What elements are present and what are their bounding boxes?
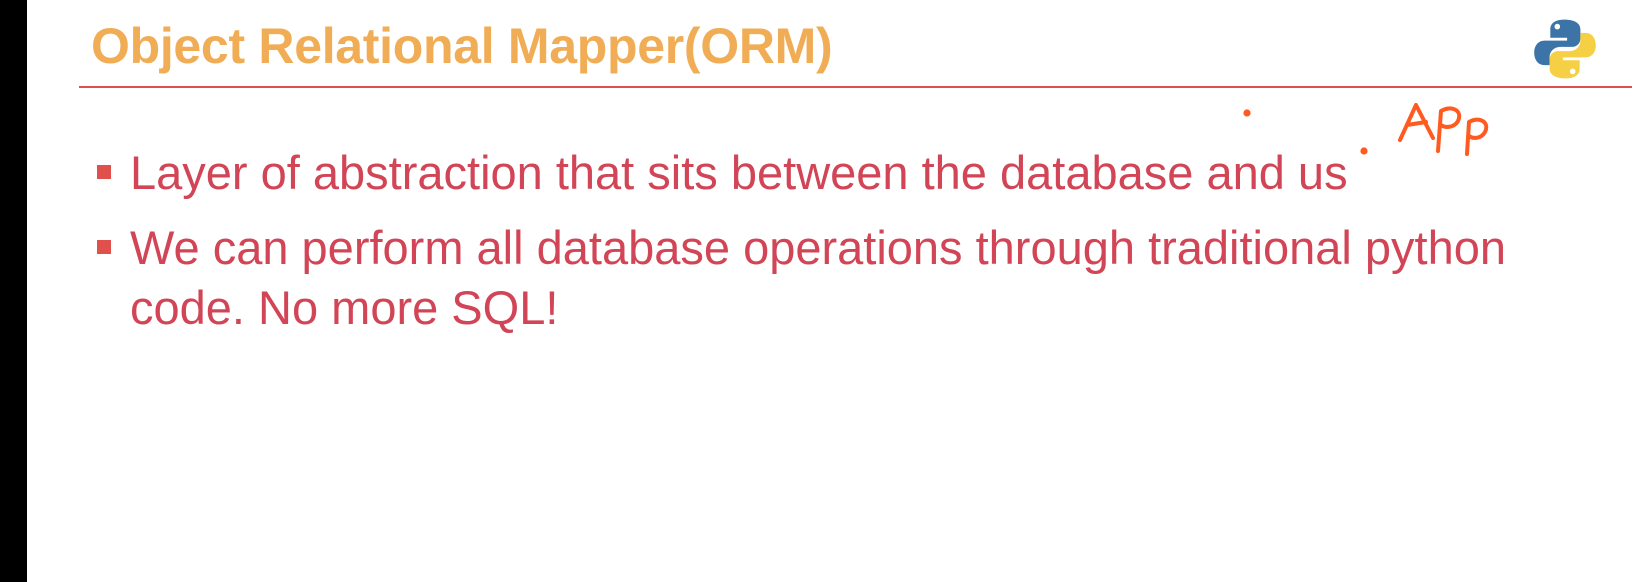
slide-title: Object Relational Mapper(ORM) <box>91 18 833 74</box>
bullet-list: Layer of abstraction that sits between t… <box>95 143 1515 353</box>
left-black-bar <box>0 0 27 582</box>
handwritten-app-annotation <box>1243 103 1489 156</box>
ink-dot <box>1243 109 1251 117</box>
ink-letter-p <box>1436 106 1462 153</box>
slide: Object Relational Mapper(ORM) Layer of a… <box>27 0 1647 582</box>
bullet-text: We can perform all database operations t… <box>130 221 1507 334</box>
ink-dot <box>1360 147 1368 155</box>
python-logo-eye-bottom <box>1569 68 1576 75</box>
bullet-marker <box>97 240 111 254</box>
bullet-text: Layer of abstraction that sits between t… <box>130 146 1348 199</box>
python-logo-eye-top <box>1554 23 1561 30</box>
bullet-marker <box>97 165 111 179</box>
ink-letter-p <box>1465 117 1489 156</box>
python-logo-icon <box>1534 19 1596 79</box>
screen: Object Relational Mapper(ORM) Layer of a… <box>0 0 1647 582</box>
title-underline <box>79 86 1632 88</box>
bullet-item: We can perform all database operations t… <box>95 218 1515 338</box>
